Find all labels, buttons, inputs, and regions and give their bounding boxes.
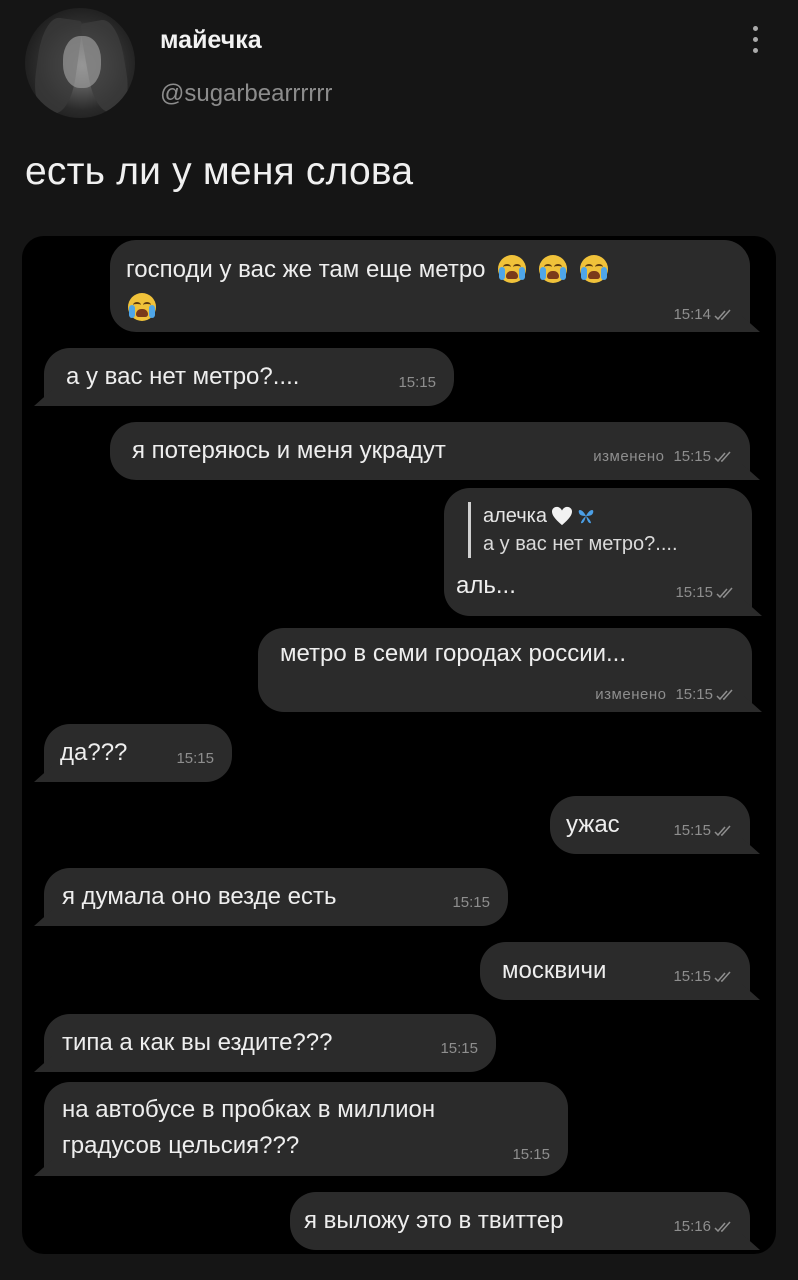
message-text: а у вас нет метро?.... — [66, 363, 300, 390]
message-meta: 15:15 — [398, 374, 436, 392]
loudly-crying-face-emoji — [579, 254, 608, 283]
double-check-icon — [716, 587, 733, 599]
message-meta: изменено 15:15 — [595, 686, 734, 704]
message-meta: 15:15 — [452, 894, 490, 912]
loudly-crying-face-emoji — [128, 292, 156, 321]
message-text-line-1: на автобусе в пробках в миллион — [62, 1096, 436, 1123]
loudly-crying-face-emoji — [538, 254, 567, 283]
message-bubble: алечка а у вас нет метро?.... аль... 15:… — [444, 488, 752, 616]
message-text: аль... — [456, 572, 516, 599]
message-bubble: я думала оно везде есть 15:15 — [44, 868, 508, 926]
message-bubble: я выложу это в твиттер 15:16 — [290, 1192, 750, 1250]
double-check-icon — [714, 825, 731, 837]
message-text: ужас — [566, 811, 620, 838]
message-text: да??? — [60, 739, 128, 766]
message-text: я потеряюсь и меня украдут — [132, 437, 446, 464]
message-meta: 15:15 — [512, 1146, 550, 1164]
more-vertical-icon[interactable] — [751, 26, 761, 58]
message-time: 15:14 — [673, 306, 711, 323]
message-time: 15:15 — [673, 968, 711, 985]
loudly-crying-face-emoji — [498, 254, 527, 283]
message-time: 15:15 — [452, 894, 490, 911]
butterfly-emoji — [578, 510, 594, 524]
reply-text: а у вас нет метро?.... — [483, 533, 678, 555]
message-bubble: москвичи 15:15 — [480, 942, 750, 1000]
white-heart-emoji — [551, 506, 572, 526]
message-meta: 15:15 — [673, 822, 732, 840]
message-bubble: господи у вас же там еще метро 15:14 — [110, 240, 750, 332]
message-bubble: типа а как вы ездите??? 15:15 — [44, 1014, 496, 1072]
message-meta: 15:15 — [440, 1040, 478, 1058]
message-bubble: я потеряюсь и меня украдут изменено 15:1… — [110, 422, 750, 480]
message-meta: 15:14 — [673, 306, 732, 324]
message-text: москвичи — [502, 957, 607, 984]
message-meta: 15:16 — [673, 1218, 732, 1236]
reply-quote[interactable]: алечка а у вас нет метро?.... — [468, 502, 678, 558]
double-check-icon — [714, 451, 731, 463]
edited-label: изменено — [595, 686, 667, 703]
message-time: 15:15 — [440, 1040, 478, 1057]
message-time: 15:16 — [673, 1218, 711, 1235]
edited-label: изменено — [593, 448, 665, 465]
double-check-icon — [716, 689, 733, 701]
message-time: 15:15 — [675, 686, 713, 703]
message-time: 15:15 — [398, 374, 436, 391]
double-check-icon — [714, 971, 731, 983]
message-text: я думала оно везде есть — [62, 883, 337, 910]
message-time: 15:15 — [512, 1146, 550, 1163]
message-time: 15:15 — [673, 448, 711, 465]
message-bubble: на автобусе в пробках в миллион градусов… — [44, 1082, 568, 1176]
reply-author: алечка — [483, 505, 547, 527]
message-meta: 15:15 — [673, 968, 732, 986]
message-time: 15:15 — [675, 584, 713, 601]
message-text: я выложу это в твиттер — [304, 1207, 564, 1234]
tweet-text: есть ли у меня слова — [25, 150, 414, 193]
message-bubble: да??? 15:15 — [44, 724, 232, 782]
double-check-icon — [714, 1221, 731, 1233]
message-meta: 15:15 — [176, 750, 214, 768]
message-bubble: метро в семи городах россии... изменено … — [258, 628, 752, 712]
message-text: метро в семи городах россии... — [280, 640, 627, 667]
avatar[interactable] — [25, 8, 135, 118]
display-name[interactable]: майечка — [160, 26, 262, 55]
tweet-header: майечка @sugarbearrrrrr — [0, 0, 798, 140]
double-check-icon — [714, 309, 731, 321]
chat-screenshot-image: господи у вас же там еще метро 15:14 а у… — [22, 236, 776, 1254]
message-meta: 15:15 — [675, 584, 734, 602]
message-meta: изменено 15:15 — [593, 448, 732, 466]
message-text: типа а как вы ездите??? — [62, 1029, 333, 1056]
message-text: господи у вас же там еще метро — [126, 256, 486, 283]
message-bubble: а у вас нет метро?.... 15:15 — [44, 348, 454, 406]
user-handle[interactable]: @sugarbearrrrrr — [160, 80, 332, 108]
message-bubble: ужас 15:15 — [550, 796, 750, 854]
message-time: 15:15 — [673, 822, 711, 839]
message-text-line-2: градусов цельсия??? — [62, 1132, 300, 1159]
message-time: 15:15 — [176, 750, 214, 767]
